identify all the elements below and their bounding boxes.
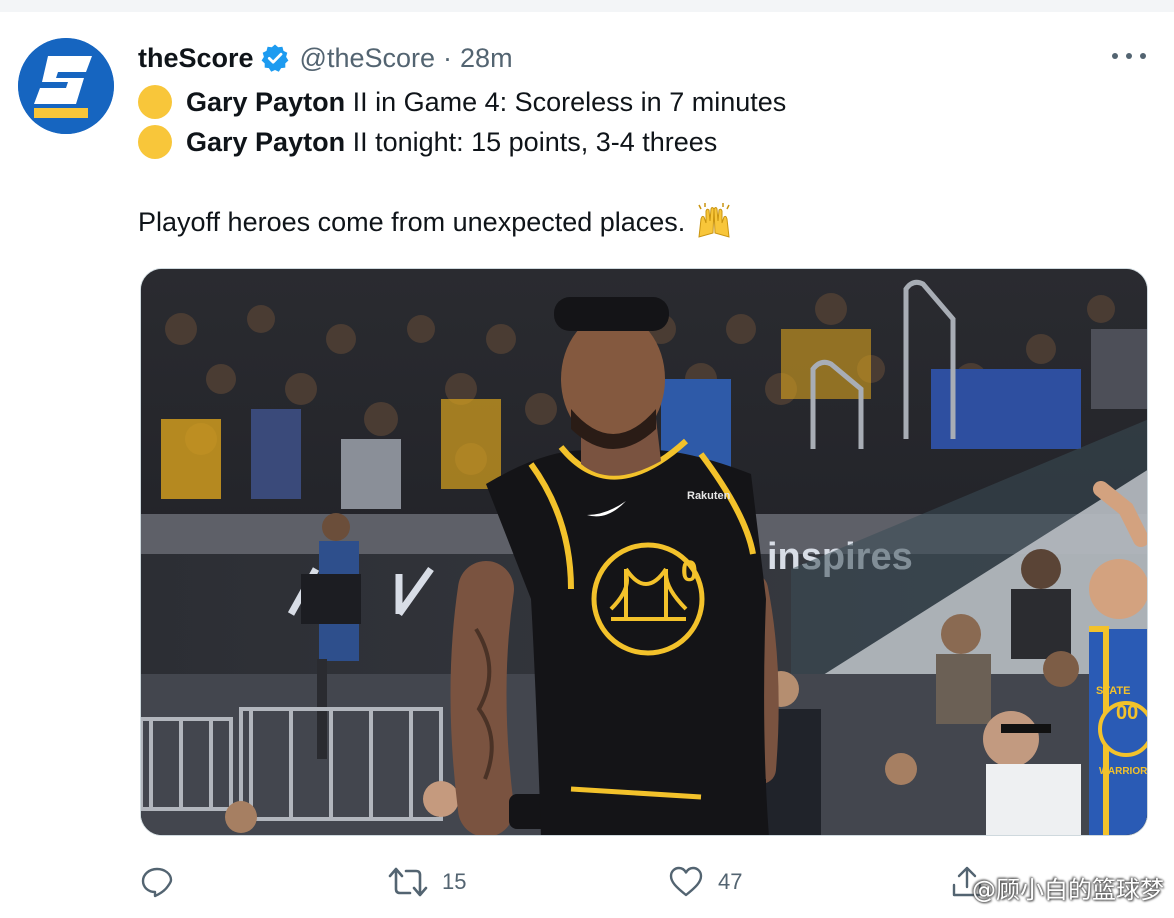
player-name: Gary Payton [186, 86, 346, 117]
line-text: II tonight: 15 points, 3-4 threes [345, 126, 718, 157]
more-options-icon[interactable] [1112, 44, 1146, 68]
reply-button[interactable] [140, 860, 188, 904]
heart-icon [669, 866, 703, 897]
thescore-logo-icon: S [18, 38, 114, 134]
timestamp[interactable]: 28m [460, 43, 513, 74]
raising-hands-icon [698, 203, 730, 238]
sunglasses-icon [1001, 724, 1051, 733]
like-button[interactable]: 47 [668, 860, 742, 904]
jersey-sponsor: Rakuten [687, 490, 731, 502]
timeline-divider [0, 0, 1174, 12]
tweet-text-line: Gary Payton II in Game 4: Scoreless in 7… [138, 84, 786, 120]
headband-icon [554, 297, 669, 331]
retweet-button[interactable]: 15 [388, 860, 466, 904]
avatar[interactable]: S [18, 38, 114, 134]
reply-icon [141, 867, 173, 898]
tweet-text-line: Gary Payton II tonight: 15 points, 3-4 t… [138, 124, 717, 160]
separator-dot: · [443, 42, 453, 73]
yellow-circle-icon [138, 85, 172, 119]
line-text: II in Game 4: Scoreless in 7 minutes [345, 86, 787, 117]
verified-badge-icon [260, 43, 290, 73]
tweet-header: theScore @theScore · 28m [138, 40, 513, 76]
display-name[interactable]: theScore [138, 43, 254, 74]
basketball-player-photo: inspires [141, 269, 1148, 835]
tweet-photo[interactable]: inspires [140, 268, 1148, 836]
retweet-count: 15 [442, 869, 467, 894]
watermark: @顾小白的篮球梦 [972, 876, 1164, 904]
tweet-card: S theScore @theScore · 28m Gary Payton I… [0, 0, 1174, 918]
jersey-number: 0 [681, 555, 698, 588]
like-count: 47 [718, 869, 743, 894]
tweet-body: Playoff heroes come from unexpected plac… [138, 203, 733, 241]
yellow-circle-icon [138, 125, 172, 159]
fan-jersey-text: STATE [1096, 685, 1130, 697]
retweet-icon [388, 867, 428, 897]
fan-jersey-number: 00 [1116, 702, 1138, 724]
player-name: Gary Payton [186, 126, 346, 157]
tweet-body-text: Playoff heroes come from unexpected plac… [138, 206, 686, 237]
fan-jersey-text-2: WARRIORS [1099, 766, 1148, 777]
handle[interactable]: @theScore [300, 43, 435, 74]
